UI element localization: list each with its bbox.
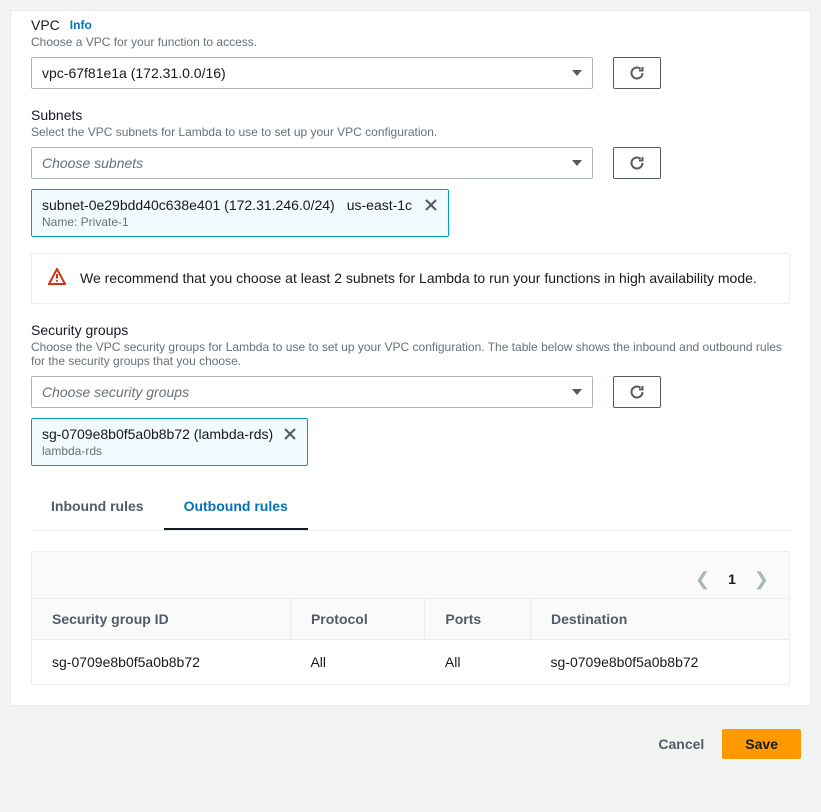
cell-sgid: sg-0709e8b0f5a0b8b72 bbox=[32, 640, 290, 685]
table-row: sg-0709e8b0f5a0b8b72 All All sg-0709e8b0… bbox=[32, 640, 789, 685]
sg-title: Security groups bbox=[31, 322, 128, 338]
footer-actions: Cancel Save bbox=[0, 716, 821, 776]
subnets-placeholder: Choose subnets bbox=[42, 155, 143, 171]
chevron-down-icon bbox=[572, 160, 582, 166]
chevron-down-icon bbox=[572, 389, 582, 395]
sg-select[interactable]: Choose security groups bbox=[31, 376, 593, 408]
cell-destination: sg-0709e8b0f5a0b8b72 bbox=[531, 640, 789, 685]
cancel-button[interactable]: Cancel bbox=[654, 728, 708, 760]
close-icon bbox=[424, 198, 438, 212]
subnets-refresh-button[interactable] bbox=[613, 147, 661, 179]
subnet-warning-alert: We recommend that you choose at least 2 … bbox=[31, 253, 790, 304]
vpc-selected-value: vpc-67f81e1a (172.31.0.0/16) bbox=[42, 65, 226, 81]
pagination: ❮ 1 ❯ bbox=[32, 552, 789, 598]
vpc-title: VPC bbox=[31, 17, 60, 33]
close-icon bbox=[283, 427, 297, 441]
page-number: 1 bbox=[728, 571, 736, 587]
refresh-icon bbox=[629, 155, 645, 171]
rules-table: Security group ID Protocol Ports Destina… bbox=[32, 598, 789, 684]
sg-help-text: Choose the VPC security groups for Lambd… bbox=[31, 340, 790, 368]
warning-icon bbox=[48, 268, 66, 286]
cell-ports: All bbox=[425, 640, 531, 685]
cell-protocol: All bbox=[290, 640, 424, 685]
security-groups-section: Security groups Choose the VPC security … bbox=[31, 322, 790, 466]
col-sgid: Security group ID bbox=[32, 599, 290, 640]
subnet-tag-az: us-east-1c bbox=[347, 197, 412, 213]
vpc-help-text: Choose a VPC for your function to access… bbox=[31, 35, 790, 49]
rules-tabs: Inbound rules Outbound rules bbox=[31, 484, 790, 531]
sg-tag-name: lambda-rds bbox=[42, 444, 297, 458]
subnet-tag-id: subnet-0e29bdd40c638e401 (172.31.246.0/2… bbox=[42, 197, 335, 213]
sg-tag-id: sg-0709e8b0f5a0b8b72 (lambda-rds) bbox=[42, 426, 273, 442]
col-protocol: Protocol bbox=[290, 599, 424, 640]
col-destination: Destination bbox=[531, 599, 789, 640]
vpc-select[interactable]: vpc-67f81e1a (172.31.0.0/16) bbox=[31, 57, 593, 89]
alert-text: We recommend that you choose at least 2 … bbox=[80, 268, 757, 289]
rules-panel: ❮ 1 ❯ Security group ID Protocol Ports D… bbox=[31, 551, 790, 685]
refresh-icon bbox=[629, 65, 645, 81]
subnets-help-text: Select the VPC subnets for Lambda to use… bbox=[31, 125, 790, 139]
vpc-refresh-button[interactable] bbox=[613, 57, 661, 89]
tab-outbound-rules[interactable]: Outbound rules bbox=[164, 484, 308, 530]
save-button[interactable]: Save bbox=[722, 729, 801, 759]
subnet-tag-remove-button[interactable] bbox=[424, 198, 438, 212]
page-prev-button[interactable]: ❮ bbox=[695, 570, 710, 588]
page-next-button[interactable]: ❯ bbox=[754, 570, 769, 588]
sg-refresh-button[interactable] bbox=[613, 376, 661, 408]
subnet-tag: subnet-0e29bdd40c638e401 (172.31.246.0/2… bbox=[31, 189, 449, 237]
vpc-info-link[interactable]: Info bbox=[70, 18, 92, 32]
subnets-select[interactable]: Choose subnets bbox=[31, 147, 593, 179]
subnets-title: Subnets bbox=[31, 107, 82, 123]
col-ports: Ports bbox=[425, 599, 531, 640]
vpc-section: VPC Info Choose a VPC for your function … bbox=[31, 17, 790, 89]
sg-tag: sg-0709e8b0f5a0b8b72 (lambda-rds) lambda… bbox=[31, 418, 308, 466]
refresh-icon bbox=[629, 384, 645, 400]
tab-inbound-rules[interactable]: Inbound rules bbox=[31, 484, 164, 530]
subnets-section: Subnets Select the VPC subnets for Lambd… bbox=[31, 107, 790, 304]
sg-placeholder: Choose security groups bbox=[42, 384, 189, 400]
vpc-config-panel: VPC Info Choose a VPC for your function … bbox=[10, 10, 811, 706]
chevron-down-icon bbox=[572, 70, 582, 76]
sg-tag-remove-button[interactable] bbox=[283, 427, 297, 441]
subnet-tag-name: Name: Private-1 bbox=[42, 215, 438, 229]
